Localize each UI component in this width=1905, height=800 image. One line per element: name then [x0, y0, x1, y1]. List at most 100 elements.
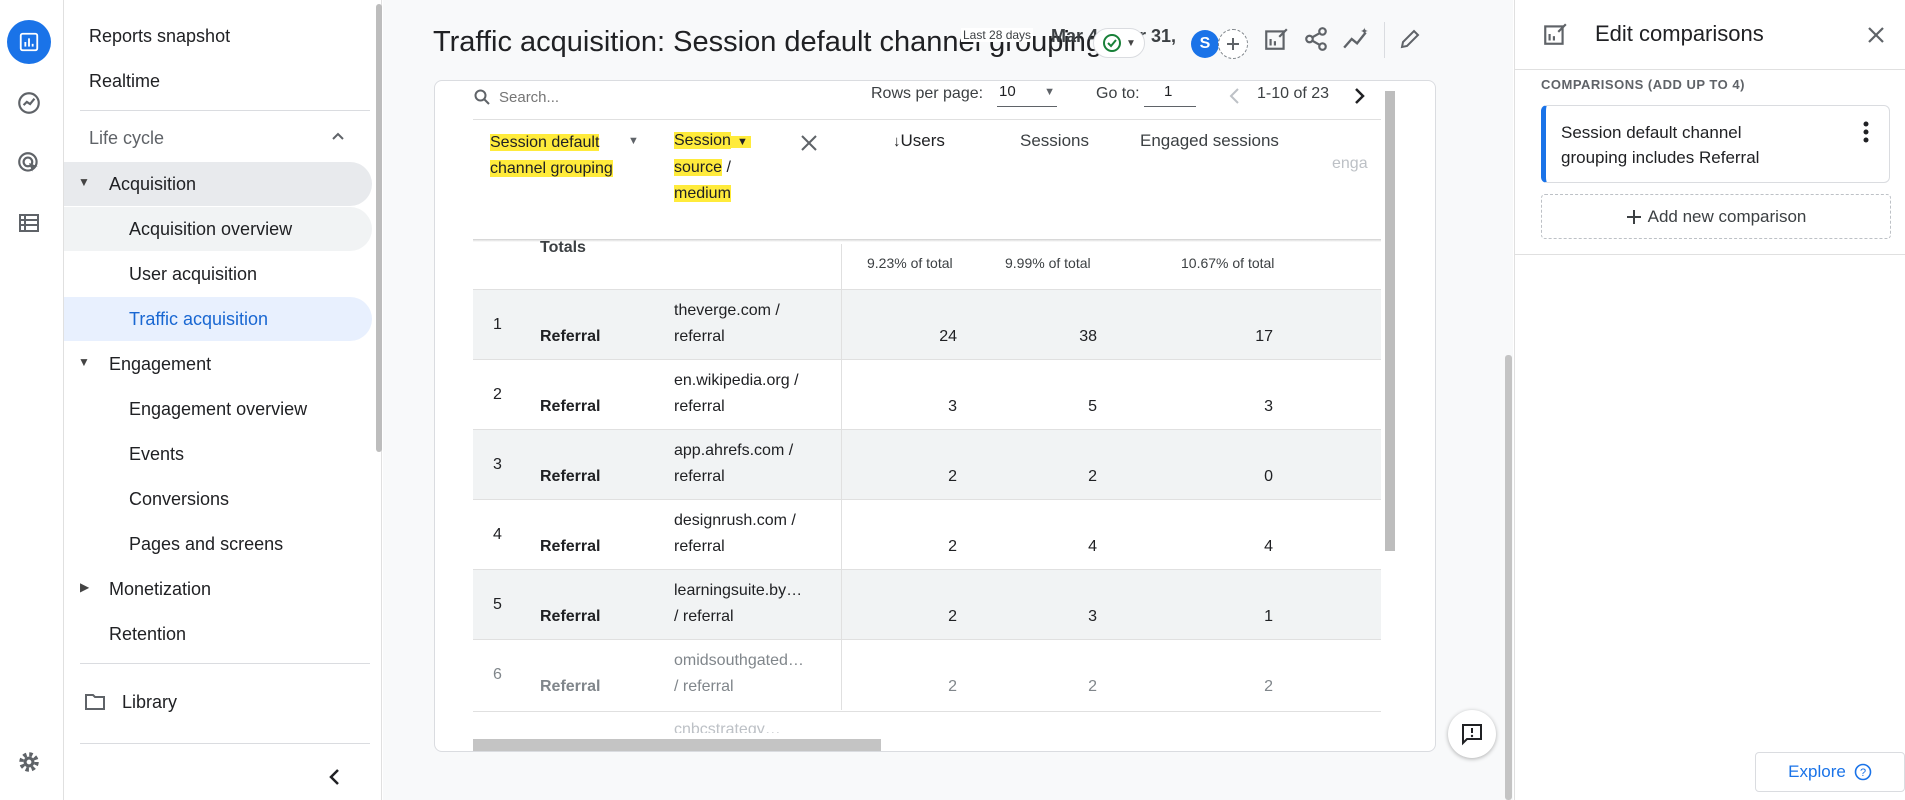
row-sessions: 3	[1088, 608, 1097, 625]
pagination-status: 1-10 of 23	[1257, 85, 1330, 102]
row-number: 4	[493, 526, 502, 543]
prev-page-button[interactable]	[1223, 83, 1245, 109]
add-comparison-button[interactable]	[1218, 29, 1248, 59]
remove-dimension-button[interactable]	[795, 129, 823, 157]
share-button[interactable]	[1301, 24, 1331, 54]
avatar[interactable]: S	[1191, 30, 1219, 58]
page-scrollbar[interactable]	[1505, 355, 1512, 800]
table-row[interactable]: 4 Referral designrush.com / referral 2 4 4	[473, 499, 1381, 570]
row-engaged: 17	[1255, 328, 1273, 345]
sidebar-item-label: Realtime	[89, 70, 161, 91]
comparison-menu-button[interactable]	[1854, 118, 1878, 146]
sidebar-item-events[interactable]: Events	[64, 432, 372, 476]
rows-per-page-label: Rows per page:	[871, 85, 984, 102]
sidebar-item-label: Pages and screens	[129, 533, 284, 554]
column-header-cut[interactable]: enga	[1332, 155, 1382, 173]
table-vertical-scrollbar[interactable]	[1385, 91, 1395, 551]
advertising-nav-button[interactable]	[7, 141, 51, 185]
sidebar-item-library[interactable]: Library	[64, 680, 372, 724]
data-quality-button[interactable]: ▼	[1093, 28, 1145, 58]
sidebar-item-acquisition-overview[interactable]: Acquisition overview	[64, 207, 372, 251]
row-source-line1: theverge.com /	[674, 302, 780, 319]
row-sessions: 2	[1088, 678, 1097, 695]
sidebar-item-monetization[interactable]: ▶ Monetization	[64, 567, 372, 611]
sidebar-item-conversions[interactable]: Conversions	[64, 477, 372, 521]
configure-icon	[19, 214, 39, 232]
column-header-channel-grouping[interactable]: Session default channel grouping	[490, 130, 613, 182]
add-new-comparison-button[interactable]: Add new comparison	[1541, 194, 1891, 239]
row-source-line1: designrush.com /	[674, 512, 796, 529]
row-engaged: 1	[1264, 608, 1273, 625]
row-users: 24	[939, 328, 957, 345]
sidebar-section-life-cycle[interactable]: Life cycle	[64, 116, 364, 160]
row-sessions: 38	[1079, 328, 1097, 345]
collapse-icon	[329, 769, 339, 785]
close-panel-button[interactable]	[1861, 20, 1891, 50]
reports-icon	[19, 32, 39, 52]
column-header-sessions[interactable]: Sessions	[1020, 131, 1089, 151]
totals-sessions: 9.99% of total	[1005, 255, 1091, 271]
next-page-button[interactable]	[1349, 83, 1371, 109]
column-header-source-medium[interactable]: Session ▼ source / medium	[674, 128, 751, 207]
rows-per-page-select[interactable]: 10 ▼	[997, 83, 1057, 107]
caret-down-icon: ▼	[78, 355, 90, 369]
collapse-sidebar-button[interactable]	[319, 762, 349, 792]
report-table-card: Rows per page: 10 ▼ Go to: 1 1-10 of 23 …	[434, 80, 1436, 752]
row-sessions: 2	[1088, 468, 1097, 485]
row-source-line2: referral	[674, 328, 725, 345]
header-text: channel grouping	[490, 160, 613, 177]
column-header-engaged-sessions[interactable]: Engaged sessions	[1140, 131, 1279, 151]
table-search-input[interactable]	[499, 85, 799, 109]
table-row[interactable]: 2 Referral en.wikipedia.org / referral 3 5 3	[473, 359, 1381, 430]
goto-page-input[interactable]: 1	[1144, 83, 1196, 107]
insights-button[interactable]: ✦	[1341, 24, 1371, 54]
column-header-users[interactable]: ↓Users	[893, 131, 945, 151]
edit-report-button[interactable]	[1395, 24, 1425, 54]
sidebar-item-engagement[interactable]: ▼ Engagement	[64, 342, 372, 386]
nav-rail	[0, 0, 64, 800]
admin-button[interactable]	[7, 740, 51, 784]
sidebar-item-label: Conversions	[129, 488, 230, 509]
sidebar-item-retention[interactable]: Retention	[64, 612, 372, 656]
explore-nav-button[interactable]	[7, 81, 51, 125]
feedback-button[interactable]	[1448, 710, 1496, 758]
explore-button[interactable]: Explore ?	[1755, 752, 1905, 792]
sidebar-item-engagement-overview[interactable]: Engagement overview	[64, 387, 372, 431]
folder-icon	[84, 692, 106, 717]
sidebar-item-label: Reports snapshot	[89, 25, 231, 46]
table-row[interactable]: 5 Referral learningsuite.by… / referral 2 3 1	[473, 569, 1381, 640]
plus-icon	[1626, 209, 1641, 224]
svg-text:✦: ✦	[1360, 27, 1368, 38]
caret-down-icon: ▼	[1044, 86, 1055, 98]
dimension-dropdown-icon[interactable]: ▼	[628, 135, 639, 147]
explore-icon	[18, 92, 40, 114]
insights-icon: ✦	[1343, 27, 1368, 49]
customize-report-button[interactable]	[1261, 24, 1291, 54]
sidebar-item-traffic-acquisition[interactable]: Traffic acquisition	[64, 297, 372, 341]
sidebar-item-acquisition[interactable]: ▼ Acquisition	[64, 162, 372, 206]
totals-users: 9.23% of total	[867, 255, 953, 271]
totals-label: Totals	[540, 239, 586, 256]
table-row[interactable]: 1 Referral theverge.com / referral 24 38 17	[473, 289, 1381, 360]
table-row-partial: cnbcstrategy…	[674, 721, 781, 733]
search-icon	[473, 87, 491, 107]
sidebar-item-pages-and-screens[interactable]: Pages and screens	[64, 522, 372, 566]
horizontal-scrollbar[interactable]	[473, 739, 881, 751]
sidebar-item-user-acquisition[interactable]: User acquisition	[64, 252, 372, 296]
row-users: 2	[948, 608, 957, 625]
table-row[interactable]: 3 Referral app.ahrefs.com / referral 2 2 0	[473, 429, 1381, 500]
row-source-line1: omidsouthgated…	[674, 652, 804, 669]
row-source-line2: / referral	[674, 608, 734, 625]
sidebar-item-reports-snapshot[interactable]: Reports snapshot	[64, 14, 354, 58]
date-range-label: Last 28 days	[961, 28, 1034, 42]
table-row[interactable]: 6 Referral omidsouthgated… / referral 2 2 2	[473, 639, 1381, 710]
row-source-line2: referral	[674, 468, 725, 485]
sidebar-scrollbar[interactable]	[376, 4, 382, 452]
share-icon	[1305, 27, 1327, 51]
configure-nav-button[interactable]	[7, 201, 51, 245]
reports-sidebar: Reports snapshot Realtime Life cycle ▼ A…	[64, 0, 382, 800]
sidebar-item-label: Traffic acquisition	[129, 308, 269, 329]
comparison-item[interactable]: Session default channel grouping include…	[1541, 105, 1890, 183]
reports-nav-button[interactable]	[7, 20, 51, 64]
sidebar-item-realtime[interactable]: Realtime	[64, 59, 354, 103]
